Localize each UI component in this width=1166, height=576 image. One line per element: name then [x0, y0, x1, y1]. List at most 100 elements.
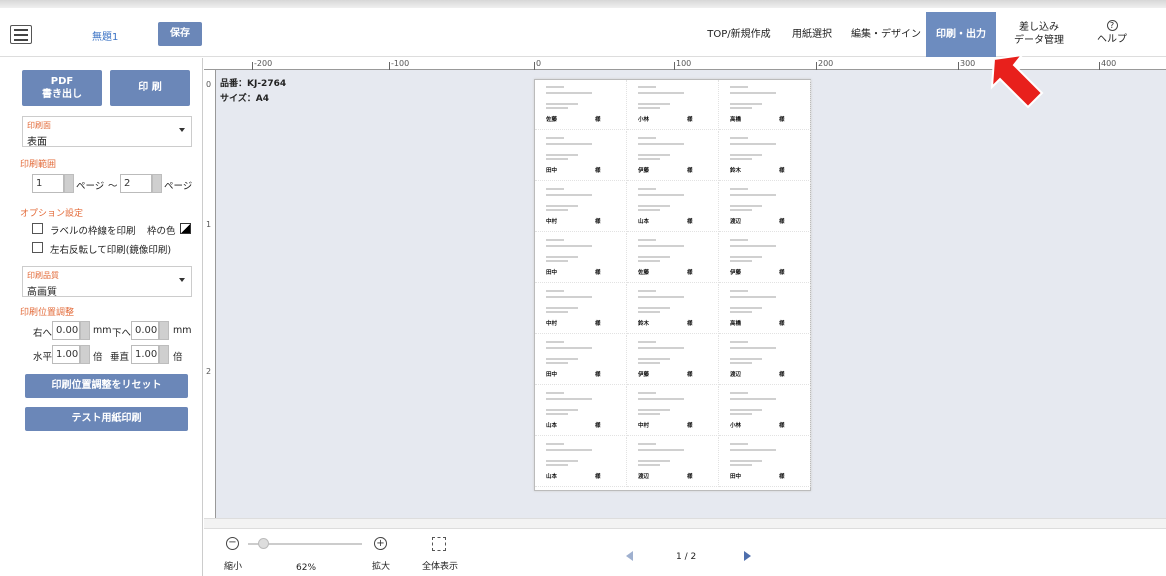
label-cell[interactable]: 佐藤 様 [535, 80, 627, 130]
honorific: 様 [595, 270, 601, 276]
label-cell[interactable]: 山本 様 [535, 437, 627, 487]
document-title[interactable]: 無題1 [92, 28, 118, 43]
right-offset-stepper[interactable] [80, 321, 90, 340]
pdf-export-button[interactable]: PDF 書き出し [22, 70, 102, 106]
label-cell[interactable]: 田中 様 [535, 335, 627, 385]
nav-help[interactable]: ? ヘルプ [1084, 12, 1140, 57]
vertical-scale-input[interactable]: 1.00 [131, 345, 159, 364]
label-cell[interactable]: 渡辺 様 [719, 335, 811, 385]
vertical-scale-label: 垂直 [110, 352, 130, 363]
address-line [546, 449, 592, 451]
honorific: 様 [687, 219, 693, 225]
horizontal-scale-input[interactable]: 1.00 [52, 345, 80, 364]
print-button[interactable]: 印 刷 [110, 70, 190, 106]
label-cell[interactable]: 高橋 様 [719, 284, 811, 334]
fit-page-icon[interactable] [432, 537, 446, 551]
label-cell[interactable]: 佐藤 様 [627, 233, 719, 283]
label-cell[interactable]: 中村 様 [627, 386, 719, 436]
address-line [546, 362, 568, 364]
address-line [730, 296, 776, 298]
reset-position-button[interactable]: 印刷位置調整をリセット [25, 374, 188, 398]
label-cell[interactable]: 田中 様 [535, 131, 627, 181]
label-cell[interactable]: 渡辺 様 [719, 182, 811, 232]
red-arrow-annotation [990, 53, 1044, 109]
horizontal-scale-stepper[interactable] [80, 345, 90, 364]
zoom-slider-handle[interactable] [258, 538, 269, 549]
recipient-name: 田中 [546, 270, 558, 276]
range-to-input[interactable]: 2 [120, 174, 152, 193]
label-cell[interactable]: 小林 様 [719, 386, 811, 436]
address-line [638, 209, 660, 211]
print-border-checkbox[interactable] [32, 223, 43, 234]
address-line [730, 154, 762, 156]
address-line [546, 398, 592, 400]
down-offset-stepper[interactable] [159, 321, 169, 340]
label-cell[interactable]: 中村 様 [535, 182, 627, 232]
address-line [730, 209, 752, 211]
vertical-scale-stepper[interactable] [159, 345, 169, 364]
ruler-tick [252, 62, 253, 70]
frame-color-swatch[interactable] [180, 223, 191, 234]
range-from-stepper[interactable] [64, 174, 74, 193]
address-line [546, 311, 568, 313]
honorific: 様 [779, 117, 785, 123]
address-line [638, 107, 660, 109]
address-line [638, 464, 660, 466]
range-from-input[interactable]: 1 [32, 174, 64, 193]
label-sheet-preview[interactable]: 佐藤様小林様高橋様田中様伊藤様鈴木様中村様山本様渡辺様田中様佐藤様伊藤様中村様鈴… [534, 79, 811, 491]
range-to-stepper[interactable] [152, 174, 162, 193]
menu-icon[interactable] [10, 25, 32, 44]
honorific: 様 [595, 219, 601, 225]
recipient-name: 伊藤 [638, 168, 650, 174]
address-line [730, 413, 752, 415]
position-adjust-title: 印刷位置調整 [20, 308, 75, 318]
label-cell[interactable]: 伊藤 様 [627, 335, 719, 385]
label-cell[interactable]: 渡辺 様 [627, 437, 719, 487]
nav-top-new[interactable]: TOP/新規作成 [700, 12, 778, 57]
label-cell[interactable]: 小林 様 [627, 80, 719, 130]
mirror-print-checkbox[interactable] [32, 242, 43, 253]
app-window: 無題1 保存 TOP/新規作成 用紙選択 編集・デザイン 印刷・出力 差し込み … [0, 0, 1166, 576]
label-cell[interactable]: 伊藤 様 [719, 233, 811, 283]
address-line [638, 245, 684, 247]
ruler-label: 200 [818, 59, 834, 68]
address-line [730, 92, 776, 94]
nav-merge-data[interactable]: 差し込み データ管理 [1000, 12, 1078, 57]
right-offset-input[interactable]: 0.00 [52, 321, 80, 340]
label-cell[interactable]: 田中 様 [535, 233, 627, 283]
nav-print-output[interactable]: 印刷・出力 [926, 12, 996, 57]
label-cell[interactable]: 中村 様 [535, 284, 627, 334]
honorific: 様 [595, 474, 601, 480]
save-button[interactable]: 保存 [158, 22, 202, 46]
print-settings-panel: PDF 書き出し 印 刷 印刷面 表面 印刷範囲 1 ページ ～ 2 ページ オ… [0, 58, 203, 576]
range-to-unit: ページ [164, 181, 193, 192]
ruler-tick [674, 62, 675, 70]
zoom-in-icon[interactable]: + [374, 537, 387, 550]
nav-edit-design[interactable]: 編集・デザイン [846, 12, 926, 57]
address-line [546, 307, 578, 309]
next-page-icon[interactable] [744, 551, 751, 561]
honorific: 様 [687, 321, 693, 327]
prev-page-icon[interactable] [626, 551, 633, 561]
label-cell[interactable]: 山本 様 [627, 182, 719, 232]
test-print-button[interactable]: テスト用紙印刷 [25, 407, 188, 431]
label-cell[interactable]: 高橋 様 [719, 80, 811, 130]
label-cell[interactable]: 鈴木 様 [719, 131, 811, 181]
zoom-out-icon[interactable]: − [226, 537, 239, 550]
address-line [730, 362, 752, 364]
recipient-name: 渡辺 [638, 474, 650, 480]
nav-paper-select[interactable]: 用紙選択 [778, 12, 846, 57]
horizontal-scrollbar[interactable] [204, 518, 1166, 528]
label-cell[interactable]: 伊藤 様 [627, 131, 719, 181]
address-line [546, 137, 564, 139]
down-offset-input[interactable]: 0.00 [131, 321, 159, 340]
label-cell[interactable]: 山本 様 [535, 386, 627, 436]
label-cell[interactable]: 田中 様 [719, 437, 811, 487]
print-side-value: 表面 [27, 137, 47, 148]
print-quality-select[interactable]: 印刷品質 高画質 [22, 266, 192, 298]
print-side-select[interactable]: 印刷面 表面 [22, 116, 192, 148]
label-cell[interactable]: 鈴木 様 [627, 284, 719, 334]
address-line [638, 194, 684, 196]
bottom-toolbar: − 縮小 62% + 拡大 全体表示 1 / 2 [204, 528, 1166, 576]
honorific: 様 [595, 321, 601, 327]
